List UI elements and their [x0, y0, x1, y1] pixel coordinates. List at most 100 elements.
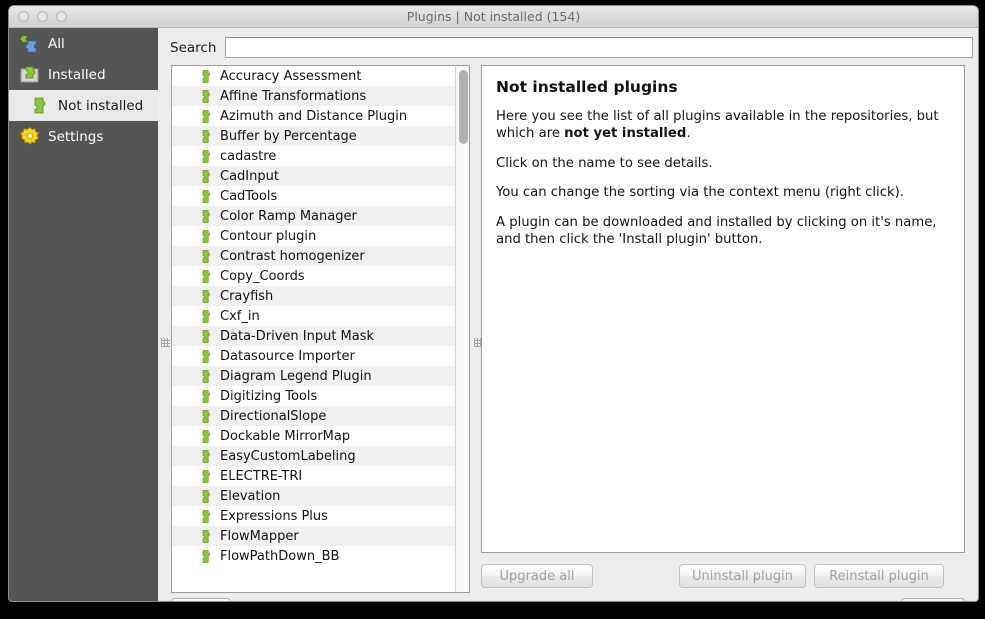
puzzle-plugin-icon [199, 549, 214, 564]
plugin-list-item-label: Copy_Coords [220, 269, 305, 284]
plugin-list-item-label: cadastre [220, 149, 276, 164]
plugin-list-item-label: Diagram Legend Plugin [220, 369, 372, 384]
puzzle-plugin-icon [199, 269, 214, 284]
plugin-list-item[interactable]: Contour plugin [172, 226, 455, 246]
plugin-list-item[interactable]: FlowMapper [172, 526, 455, 546]
plugin-list-item[interactable]: Dockable MirrorMap [172, 426, 455, 446]
search-input[interactable] [225, 37, 973, 58]
plugin-list-item-label: CadInput [220, 169, 279, 184]
sidebar-item-label: Installed [48, 67, 106, 83]
upgrade-all-label: Upgrade all [500, 569, 575, 584]
puzzle-installed-icon [19, 64, 41, 86]
puzzle-plugin-icon [199, 249, 214, 264]
description-emphasis: not yet installed [564, 126, 686, 141]
plugin-list-item[interactable]: FlowPathDown_BB [172, 546, 455, 566]
puzzle-plugin-icon [199, 509, 214, 524]
plugin-list-item-label: Affine Transformations [220, 89, 366, 104]
gear-icon [19, 126, 41, 148]
plugin-list-item[interactable]: Elevation [172, 486, 455, 506]
sidebar-item-settings[interactable]: Settings [9, 121, 158, 152]
puzzle-plugin-icon [199, 329, 214, 344]
puzzle-plugin-icon [199, 309, 214, 324]
plugin-list-item-label: Color Ramp Manager [220, 209, 357, 224]
plugin-list-item-label: Expressions Plus [220, 509, 328, 524]
description-title: Not installed plugins [496, 78, 950, 96]
plugin-list-item[interactable]: Buffer by Percentage [172, 126, 455, 146]
plugin-list-item-label: Buffer by Percentage [220, 129, 357, 144]
puzzle-all-icon [19, 33, 41, 55]
plugin-list-item[interactable]: DirectionalSlope [172, 406, 455, 426]
plugin-list-item[interactable]: Crayfish [172, 286, 455, 306]
puzzle-plugin-icon [199, 489, 214, 504]
title-bar: Plugins | Not installed (154) [9, 6, 978, 28]
puzzle-plugin-icon [199, 529, 214, 544]
sidebar-item-label: Settings [48, 129, 103, 145]
reinstall-plugin-button[interactable]: Reinstall plugin [814, 564, 944, 588]
plugin-list-item[interactable]: cadastre [172, 146, 455, 166]
plugin-list-item[interactable]: Expressions Plus [172, 506, 455, 526]
plugin-list-item-label: Dockable MirrorMap [220, 429, 350, 444]
puzzle-plugin-icon [199, 429, 214, 444]
reinstall-plugin-label: Reinstall plugin [829, 569, 929, 584]
plugin-list-item-label: Contrast homogenizer [220, 249, 365, 264]
plugin-list-item-label: DirectionalSlope [220, 409, 326, 424]
plugin-list-item-label: EasyCustomLabeling [220, 449, 356, 464]
puzzle-plugin-icon [199, 149, 214, 164]
plugin-list-item[interactable]: Color Ramp Manager [172, 206, 455, 226]
plugin-list-item[interactable]: Azimuth and Distance Plugin [172, 106, 455, 126]
plugin-list-item[interactable]: Datasource Importer [172, 346, 455, 366]
sidebar-item-all[interactable]: All [9, 28, 158, 59]
description-paragraph: Here you see the list of all plugins ava… [496, 108, 950, 143]
plugin-list-item-label: Crayfish [220, 289, 273, 304]
plugin-list-item[interactable]: Digitizing Tools [172, 386, 455, 406]
plugin-list-item[interactable]: Cxf_in [172, 306, 455, 326]
puzzle-plugin-icon [199, 229, 214, 244]
plugin-list-item[interactable]: Data-Driven Input Mask [172, 326, 455, 346]
main-pane: Search Accuracy Assessment Affine Transfo… [158, 28, 978, 601]
plugin-list-item[interactable]: Diagram Legend Plugin [172, 366, 455, 386]
plugin-list-item-label: Elevation [220, 489, 280, 504]
scrollbar-thumb[interactable] [459, 70, 468, 144]
puzzle-plugin-icon [199, 469, 214, 484]
plugin-list-item[interactable]: Accuracy Assessment [172, 66, 455, 86]
uninstall-plugin-button[interactable]: Uninstall plugin [679, 564, 806, 588]
description-body: Here you see the list of all plugins ava… [496, 108, 950, 249]
help-button[interactable]: Help [171, 598, 231, 602]
puzzle-plugin-icon [199, 109, 214, 124]
plugin-list-item[interactable]: ELECTRE-TRI [172, 466, 455, 486]
plugin-list-item-label: ELECTRE-TRI [220, 469, 302, 484]
plugin-list-item-label: Data-Driven Input Mask [220, 329, 374, 344]
plugin-list-item-label: Accuracy Assessment [220, 69, 361, 84]
plugin-list-item[interactable]: Contrast homogenizer [172, 246, 455, 266]
plugin-list-item-label: Datasource Importer [220, 349, 355, 364]
close-dialog-button[interactable]: Close [901, 598, 965, 602]
plugin-list[interactable]: Accuracy Assessment Affine Transformation… [171, 65, 470, 593]
plugin-list-viewport: Accuracy Assessment Affine Transformation… [172, 66, 455, 592]
upgrade-all-button[interactable]: Upgrade all [481, 564, 593, 588]
search-row: Search [170, 37, 973, 58]
puzzle-plugin-icon [199, 389, 214, 404]
sidebar: All Installed Not installed [9, 28, 158, 601]
puzzle-plugin-icon [199, 209, 214, 224]
plugin-list-item-label: Digitizing Tools [220, 389, 317, 404]
sidebar-item-installed[interactable]: Installed [9, 59, 158, 90]
puzzle-plugin-icon [199, 449, 214, 464]
description-panel: Not installed plugins Here you see the l… [481, 65, 965, 553]
sidebar-item-label: Not installed [58, 98, 143, 114]
puzzle-plugin-icon [199, 289, 214, 304]
search-label: Search [170, 40, 216, 56]
puzzle-plugin-icon [199, 189, 214, 204]
plugin-list-item-label: Azimuth and Distance Plugin [220, 109, 407, 124]
plugin-list-item[interactable]: Affine Transformations [172, 86, 455, 106]
plugin-list-item[interactable]: EasyCustomLabeling [172, 446, 455, 466]
plugin-list-scrollbar[interactable] [455, 66, 469, 592]
puzzle-plugin-icon [199, 169, 214, 184]
plugin-list-item[interactable]: CadTools [172, 186, 455, 206]
description-paragraph: A plugin can be downloaded and installed… [496, 214, 950, 249]
plugin-list-item[interactable]: CadInput [172, 166, 455, 186]
sidebar-item-not-installed[interactable]: Not installed [9, 90, 158, 121]
left-splitter-grip[interactable] [161, 338, 170, 347]
plugin-list-item[interactable]: Copy_Coords [172, 266, 455, 286]
uninstall-plugin-label: Uninstall plugin [692, 569, 793, 584]
puzzle-plugin-icon [199, 369, 214, 384]
